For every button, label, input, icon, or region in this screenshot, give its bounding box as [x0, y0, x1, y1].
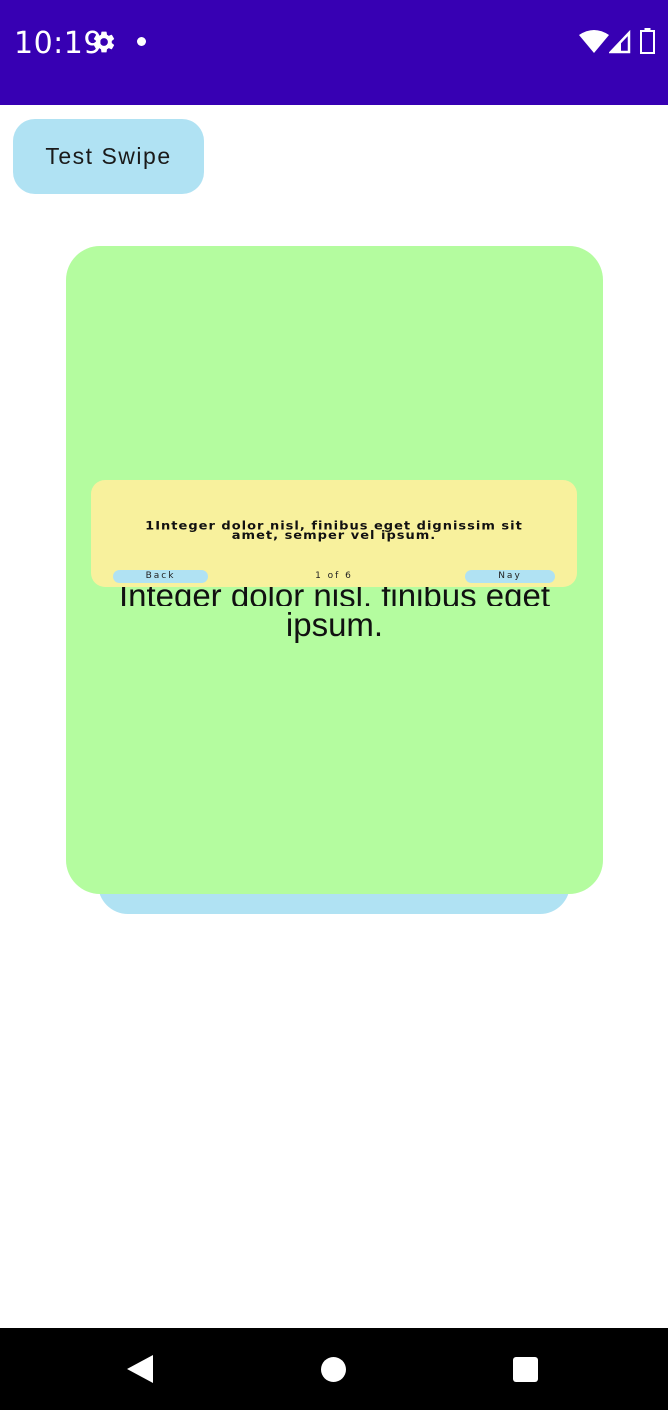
back-icon[interactable] — [127, 1355, 153, 1383]
card-text: Integer dolor nisl, finibus eget ipsum. — [66, 586, 603, 644]
card-counter: 1 of 6 — [315, 571, 353, 581]
notification-dot-icon — [137, 37, 146, 46]
gear-icon — [93, 31, 115, 53]
status-bar: 10:19 — [0, 0, 668, 105]
swipe-card[interactable]: Integer dolor nisl, finibus eget ipsum. … — [66, 246, 603, 894]
wifi-icon — [579, 30, 609, 53]
test-swipe-button[interactable]: Test Swipe — [13, 119, 204, 194]
battery-icon — [640, 28, 655, 54]
nay-button[interactable]: Nay — [465, 570, 555, 583]
back-button[interactable]: Back — [113, 570, 208, 583]
card-text-partial: Integer dolor nisl, finibus eget — [118, 586, 551, 606]
navigation-bar — [0, 1328, 668, 1410]
home-icon[interactable] — [321, 1357, 346, 1382]
signal-icon — [609, 30, 631, 54]
card-text-visible: ipsum. — [285, 606, 384, 643]
overlay-card[interactable]: 1Integer dolor nisl, finibus eget dignis… — [91, 480, 577, 587]
status-time: 10:19 — [14, 26, 103, 61]
overlay-card-text: 1Integer dolor nisl, finibus eget dignis… — [145, 520, 523, 543]
recents-icon[interactable] — [513, 1357, 538, 1382]
